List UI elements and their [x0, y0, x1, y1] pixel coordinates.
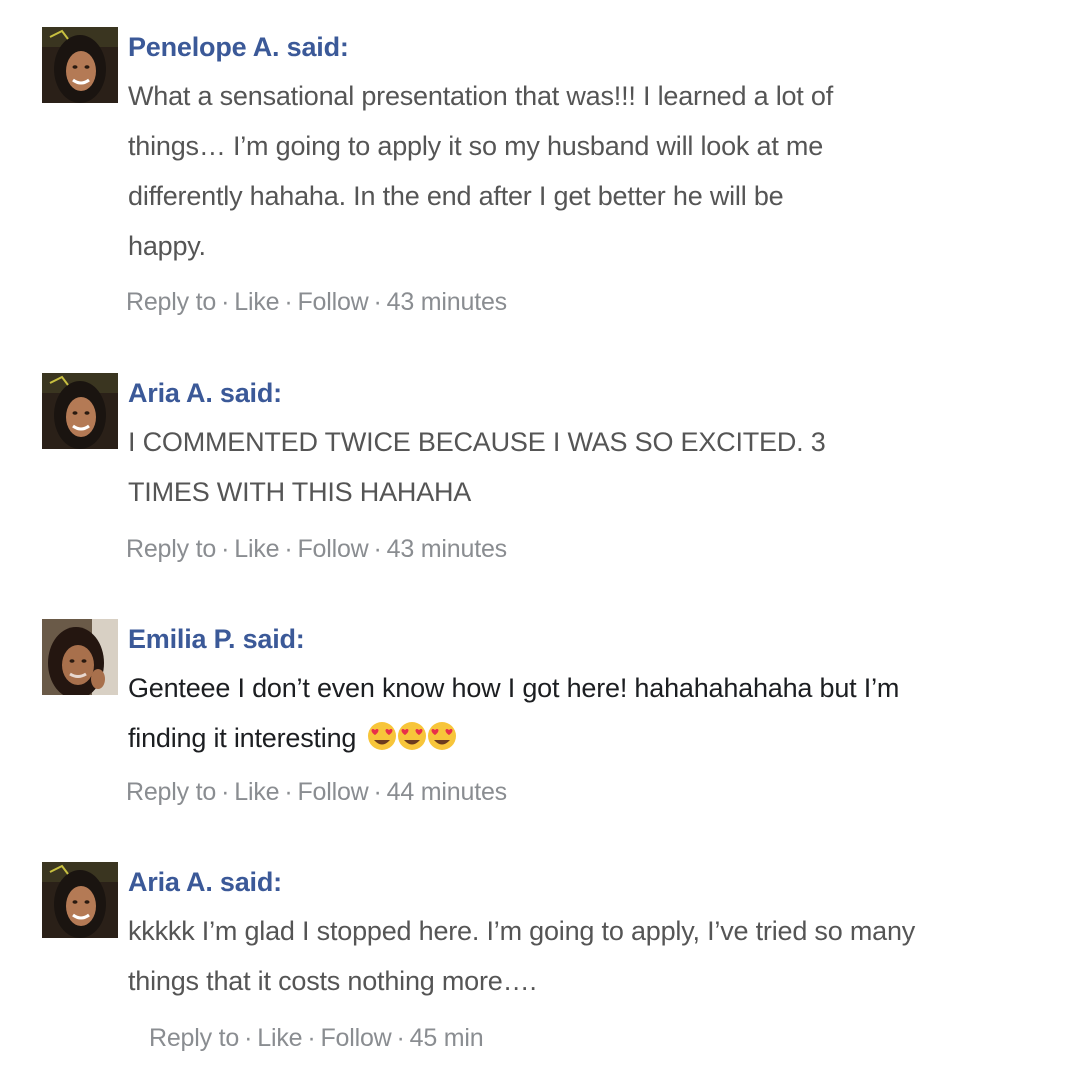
- comment-timestamp: 43 minutes: [386, 288, 507, 316]
- separator: ·: [284, 288, 293, 316]
- avatar[interactable]: [42, 862, 118, 938]
- separator: ·: [373, 535, 382, 563]
- comment-text: Genteee I don’t even know how I got here…: [128, 663, 1028, 767]
- reply-link[interactable]: Reply to: [149, 1024, 239, 1052]
- comment-timestamp: 43 minutes: [386, 535, 507, 563]
- separator: ·: [221, 535, 230, 563]
- comment-actions: Reply to · Like · Follow · 43 minutes: [126, 533, 507, 565]
- comment-timestamp: 45 min: [409, 1024, 484, 1052]
- separator: ·: [284, 778, 293, 806]
- reply-link[interactable]: Reply to: [126, 288, 216, 316]
- avatar[interactable]: [42, 27, 118, 103]
- comment-line: things that it costs nothing more….: [128, 966, 537, 996]
- comment-line: differently hahaha. In the end after I g…: [128, 181, 784, 211]
- reply-link[interactable]: Reply to: [126, 778, 216, 806]
- like-link[interactable]: Like: [257, 1024, 302, 1052]
- separator: ·: [307, 1024, 316, 1052]
- emoji-group: [366, 717, 457, 767]
- avatar[interactable]: [42, 619, 118, 695]
- separator: ·: [396, 1024, 405, 1052]
- comment-text: I COMMENTED TWICE BECAUSE I WAS SO EXCIT…: [128, 417, 1028, 517]
- comment-author[interactable]: Aria A. said:: [128, 375, 1028, 411]
- comment-line: I COMMENTED TWICE BECAUSE I WAS SO EXCIT…: [128, 427, 826, 457]
- comment-author[interactable]: Emilia P. said:: [128, 621, 1028, 657]
- comment-line: TIMES WITH THIS HAHAHA: [128, 477, 472, 507]
- separator: ·: [244, 1024, 253, 1052]
- follow-link[interactable]: Follow: [320, 1024, 391, 1052]
- separator: ·: [221, 288, 230, 316]
- heart-eyes-emoji: [398, 722, 427, 750]
- heart-eyes-emoji: [368, 722, 397, 750]
- avatar[interactable]: [42, 373, 118, 449]
- like-link[interactable]: Like: [234, 288, 279, 316]
- heart-eyes-emoji: [428, 722, 457, 750]
- comment-author[interactable]: Penelope A. said:: [128, 29, 1028, 65]
- separator: ·: [284, 535, 293, 563]
- comment-timestamp: 44 minutes: [386, 778, 507, 806]
- comment-actions: Reply to · Like · Follow · 44 minutes: [126, 776, 507, 808]
- separator: ·: [221, 778, 230, 806]
- comment-line: finding it interesting: [128, 723, 357, 753]
- comment-line: Genteee I don’t even know how I got here…: [128, 673, 900, 703]
- comment-actions: Reply to · Like · Follow · 45 min: [149, 1022, 484, 1054]
- comment-line: happy.: [128, 231, 206, 261]
- comment-text: kkkkk I’m glad I stopped here. I’m going…: [128, 906, 1028, 1006]
- comment-text: What a sensational presentation that was…: [128, 71, 1028, 271]
- like-link[interactable]: Like: [234, 778, 279, 806]
- like-link[interactable]: Like: [234, 535, 279, 563]
- separator: ·: [373, 778, 382, 806]
- separator: ·: [373, 288, 382, 316]
- reply-link[interactable]: Reply to: [126, 535, 216, 563]
- comment-line-with-emoji: finding it interesting: [128, 713, 1028, 767]
- comment-author[interactable]: Aria A. said:: [128, 864, 1028, 900]
- follow-link[interactable]: Follow: [297, 288, 368, 316]
- follow-link[interactable]: Follow: [297, 778, 368, 806]
- comment-line: kkkkk I’m glad I stopped here. I’m going…: [128, 916, 916, 946]
- comment-actions: Reply to · Like · Follow · 43 minutes: [126, 286, 507, 318]
- comment-line: What a sensational presentation that was…: [128, 81, 834, 111]
- follow-link[interactable]: Follow: [297, 535, 368, 563]
- comment-line: things… I’m going to apply it so my husb…: [128, 131, 824, 161]
